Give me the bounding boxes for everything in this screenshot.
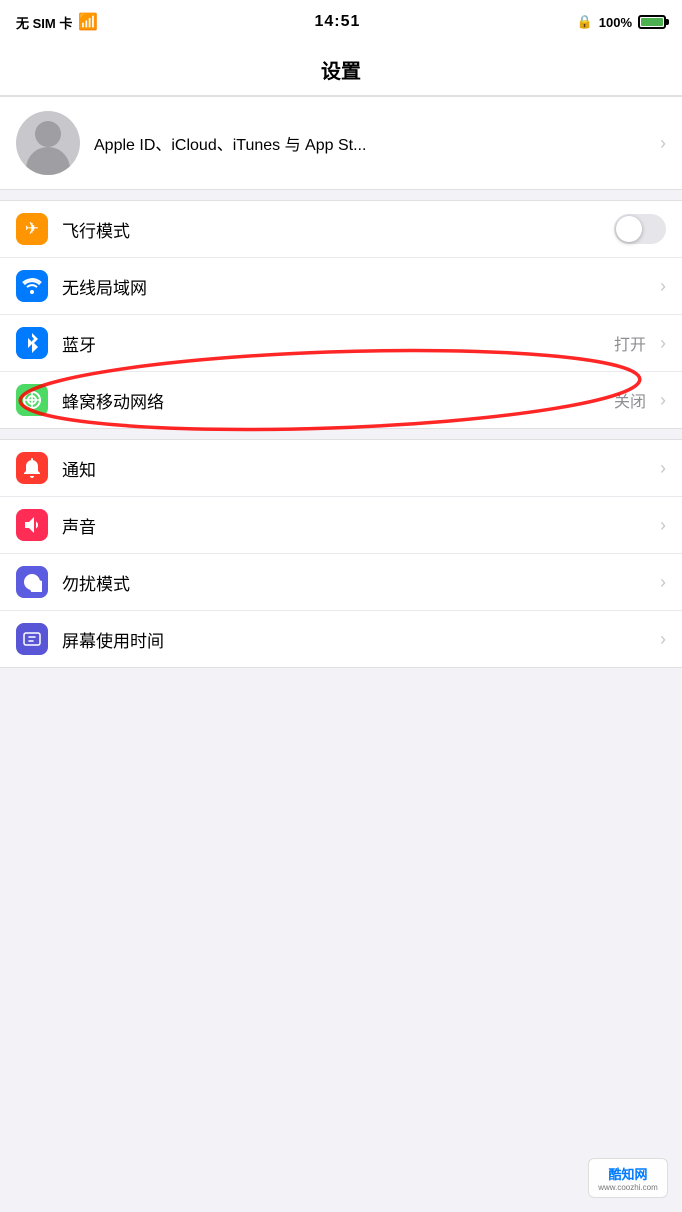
profile-label: Apple ID、iCloud、iTunes 与 App St... [94, 137, 366, 154]
row-bluetooth[interactable]: 蓝牙 打开 › [0, 315, 682, 372]
airplane-mode-label: 飞行模式 [62, 217, 614, 242]
row-wifi[interactable]: 无线局域网 › [0, 258, 682, 315]
airplane-mode-icon: ✈ [16, 213, 48, 245]
cellular-value: 关闭 [614, 388, 646, 412]
dnd-icon [16, 566, 48, 598]
profile-row[interactable]: Apple ID、iCloud、iTunes 与 App St... › [0, 96, 682, 190]
notifications-chevron-icon: › [660, 458, 666, 479]
bluetooth-icon [16, 327, 48, 359]
battery-icon [638, 15, 666, 29]
screentime-chevron-icon: › [660, 629, 666, 650]
row-notifications[interactable]: 通知 › [0, 440, 682, 497]
airplane-mode-toggle[interactable] [614, 214, 666, 244]
sounds-label: 声音 [62, 513, 652, 538]
wifi-settings-icon [16, 270, 48, 302]
notifications-label: 通知 [62, 456, 652, 481]
bluetooth-label: 蓝牙 [62, 331, 614, 356]
status-bar: 无 SIM 卡 📶 14:51 🔒 100% [0, 0, 682, 44]
dnd-label: 勿扰模式 [62, 570, 652, 595]
section-connectivity: ✈ 飞行模式 无线局域网 › 蓝牙 打开 › [0, 200, 682, 429]
cellular-chevron-icon: › [660, 390, 666, 411]
row-cellular[interactable]: 蜂窝移动网络 关闭 › [0, 372, 682, 428]
screentime-icon [16, 623, 48, 655]
cellular-label: 蜂窝移动网络 [62, 388, 614, 413]
bluetooth-value: 打开 [614, 331, 646, 355]
sounds-icon [16, 509, 48, 541]
battery-percent: 100% [599, 15, 632, 30]
profile-chevron-icon: › [660, 133, 666, 154]
notifications-icon [16, 452, 48, 484]
dnd-chevron-icon: › [660, 572, 666, 593]
page-title: 设置 [321, 55, 361, 84]
sounds-chevron-icon: › [660, 515, 666, 536]
watermark: 酷知网 www.coozhi.com [588, 1158, 668, 1198]
wifi-label: 无线局域网 [62, 274, 652, 299]
cellular-icon [16, 384, 48, 416]
profile-info: Apple ID、iCloud、iTunes 与 App St... [94, 131, 652, 155]
navigation-bar: 设置 [0, 44, 682, 96]
status-time: 14:51 [314, 13, 360, 31]
no-sim-label: 无 SIM 卡 [16, 13, 72, 32]
section-general: 通知 › 声音 › 勿扰模式 › 屏幕使用时间 › [0, 439, 682, 668]
row-airplane-mode[interactable]: ✈ 飞行模式 [0, 201, 682, 258]
status-right: 🔒 100% [577, 14, 666, 30]
screentime-label: 屏幕使用时间 [62, 627, 652, 652]
lock-icon: 🔒 [577, 14, 593, 30]
row-sounds[interactable]: 声音 › [0, 497, 682, 554]
bluetooth-chevron-icon: › [660, 333, 666, 354]
wifi-chevron-icon: › [660, 276, 666, 297]
row-screentime[interactable]: 屏幕使用时间 › [0, 611, 682, 667]
row-dnd[interactable]: 勿扰模式 › [0, 554, 682, 611]
status-left: 无 SIM 卡 📶 [16, 12, 98, 32]
wifi-icon: 📶 [78, 12, 98, 32]
avatar [16, 111, 80, 175]
